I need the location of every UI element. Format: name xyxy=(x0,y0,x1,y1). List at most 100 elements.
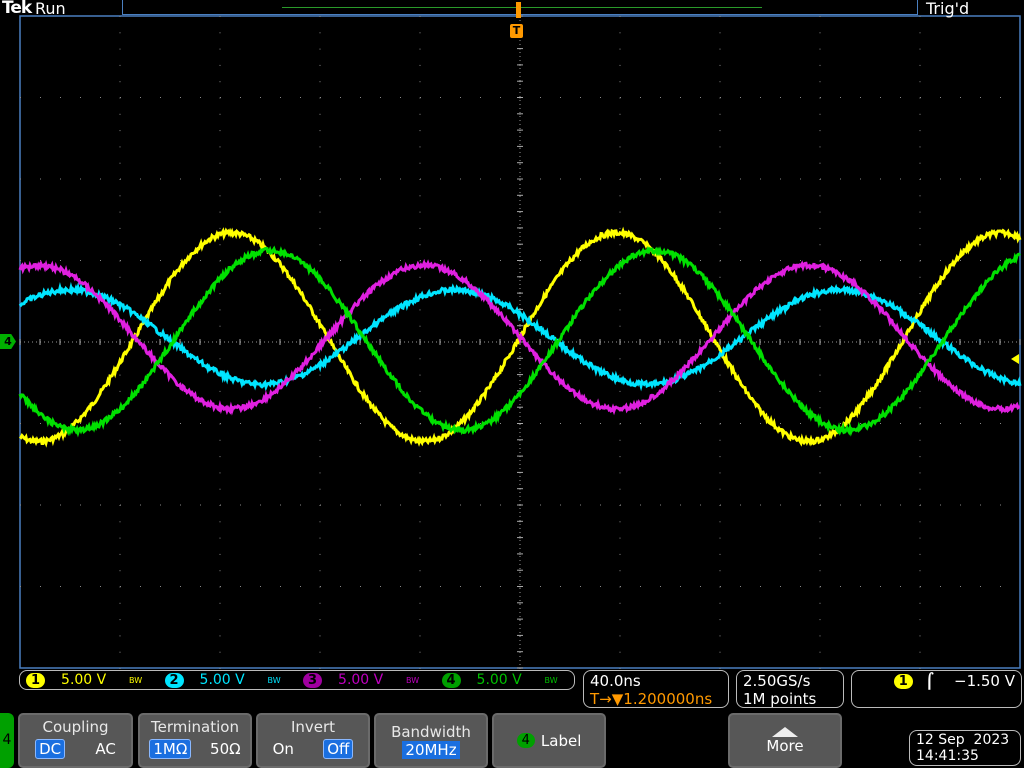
coupling-button[interactable]: Coupling DC AC xyxy=(18,713,133,768)
grid-dot xyxy=(919,488,921,490)
grid-dot xyxy=(200,97,201,98)
trigger-level-marker[interactable] xyxy=(1011,354,1019,364)
invert-off-option[interactable]: Off xyxy=(323,739,354,759)
grid-dot xyxy=(800,178,801,180)
grid-dot xyxy=(160,97,161,98)
grid-dot xyxy=(820,504,821,506)
ch1-readout[interactable]: 1 5.00 V BW xyxy=(20,672,159,688)
grid-dot xyxy=(160,586,161,587)
grid-dot xyxy=(219,651,221,653)
grid-dot xyxy=(619,602,621,604)
datetime-readout[interactable]: 12 Sep 2023 14:41:35 xyxy=(909,730,1021,766)
grid-dot xyxy=(900,260,901,261)
termination-1mohm-option[interactable]: 1MΩ xyxy=(149,739,192,759)
grid-dot xyxy=(460,260,461,261)
grid-dot xyxy=(960,586,961,587)
grid-dot xyxy=(819,553,821,555)
grid-dot xyxy=(219,521,221,523)
label-button[interactable]: 4 Label xyxy=(492,713,606,768)
grid-dot xyxy=(719,130,721,132)
grid-dot xyxy=(400,504,401,506)
ch4-readout[interactable]: 4 5.00 V BW xyxy=(436,672,575,688)
grid-dot xyxy=(940,423,941,424)
grid-dot xyxy=(540,97,541,98)
grid-dot xyxy=(619,374,621,376)
coupling-dc-option[interactable]: DC xyxy=(35,739,66,759)
grid-dot xyxy=(119,374,121,376)
grid-dot xyxy=(219,146,221,148)
grid-dot xyxy=(400,97,401,98)
grid-dot xyxy=(419,358,421,360)
grid-dot xyxy=(419,276,421,278)
termination-50ohm-option[interactable]: 50Ω xyxy=(210,740,241,758)
grid-dot xyxy=(80,504,81,506)
ch2-readout[interactable]: 2 5.00 V BW xyxy=(159,672,298,688)
trigger-position-marker[interactable]: T xyxy=(510,24,523,38)
grid-dot xyxy=(640,260,641,261)
grid-dot xyxy=(719,64,721,66)
invert-on-option[interactable]: On xyxy=(273,740,294,758)
grid-dot xyxy=(319,146,321,148)
grid-dot xyxy=(880,504,881,506)
grid-dot xyxy=(719,390,721,392)
grid-dot xyxy=(619,244,621,246)
grid-dot xyxy=(240,423,241,424)
timebase-readout[interactable]: 40.0ns T→▼1.200000ns xyxy=(583,670,729,708)
grid-dot xyxy=(219,439,221,441)
label-button-text: Label xyxy=(540,731,582,750)
grid-dot xyxy=(219,48,221,50)
grid-dot xyxy=(700,97,701,98)
grid-dot xyxy=(919,651,921,653)
coupling-ac-option[interactable]: AC xyxy=(95,740,115,758)
grid-dot xyxy=(920,504,921,506)
invert-button[interactable]: Invert On Off xyxy=(256,713,370,768)
grid-dot xyxy=(800,504,801,506)
grid-dot xyxy=(940,504,941,506)
grid-dot xyxy=(340,260,341,261)
ch1-scale: 5.00 V xyxy=(61,672,107,688)
trigger-readout[interactable]: 1 ⌠ −1.50 V xyxy=(851,670,1022,708)
grid-dot xyxy=(160,178,161,180)
grid-dot xyxy=(940,586,941,587)
grid-dot xyxy=(860,178,861,180)
grid-dot xyxy=(819,602,821,604)
grid-dot xyxy=(20,97,21,98)
grid-dot xyxy=(600,586,601,587)
bandwidth-button[interactable]: Bandwidth 20MHz xyxy=(374,713,488,768)
grid-dot xyxy=(219,472,221,474)
grid-dot xyxy=(260,586,261,587)
grid-dot xyxy=(360,504,361,506)
waveform-display[interactable] xyxy=(0,0,1024,768)
menu-channel-tab[interactable]: 4 xyxy=(0,713,14,768)
grid-dot xyxy=(819,619,821,621)
grid-dot xyxy=(819,407,821,409)
grid-dot xyxy=(119,456,121,458)
ch3-readout[interactable]: 3 5.00 V BW xyxy=(297,672,436,688)
grid-dot xyxy=(919,668,921,669)
grid-dot xyxy=(860,586,861,587)
grid-dot xyxy=(419,227,421,229)
grid-dot xyxy=(760,586,761,587)
grid-dot xyxy=(319,635,321,637)
grid-dot xyxy=(219,668,221,669)
grid-dot xyxy=(919,407,921,409)
grid-dot xyxy=(160,504,161,506)
grid-dot xyxy=(580,504,581,506)
grid-dot xyxy=(620,586,621,587)
grid-dot xyxy=(119,325,121,327)
grid-dot xyxy=(700,586,701,587)
grid-dot xyxy=(880,586,881,587)
grid-dot xyxy=(100,586,101,587)
acquisition-readout[interactable]: 2.50GS/s 1M points xyxy=(736,670,844,708)
more-button[interactable]: More xyxy=(728,713,842,768)
grid-dot xyxy=(920,260,921,261)
grid-dot xyxy=(819,374,821,376)
grid-dot xyxy=(940,178,941,180)
grid-dot xyxy=(420,97,421,98)
grid-dot xyxy=(360,178,361,180)
more-label: More xyxy=(766,737,804,755)
grid-dot xyxy=(619,16,621,17)
grid-dot xyxy=(480,260,481,261)
grid-dot xyxy=(920,97,921,98)
termination-button[interactable]: Termination 1MΩ 50Ω xyxy=(138,713,252,768)
